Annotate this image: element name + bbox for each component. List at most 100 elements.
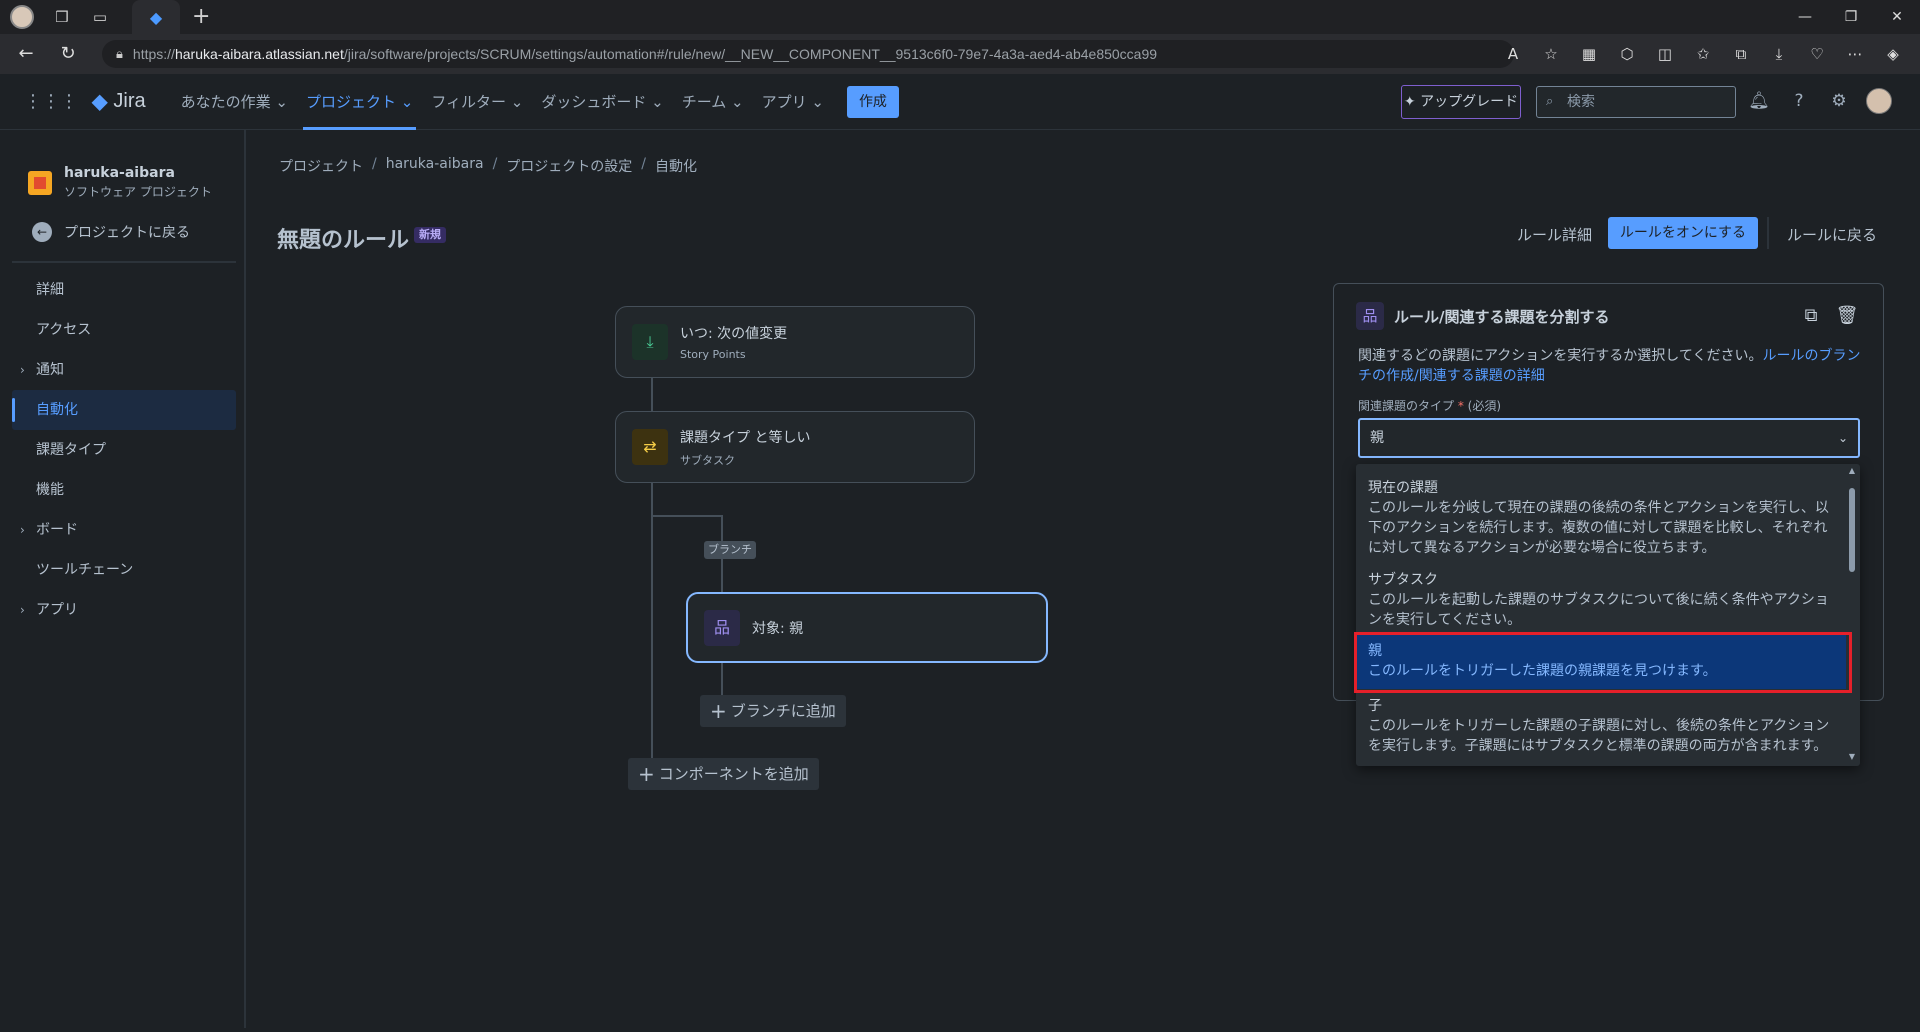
help-icon[interactable]: ?	[1786, 88, 1812, 114]
condition-subtitle: サブタスク	[680, 453, 735, 467]
user-avatar[interactable]	[1866, 88, 1892, 114]
url-prefix: https://	[132, 46, 175, 62]
performance-icon[interactable]: ♡	[1804, 41, 1830, 67]
field-label-text: 関連課題のタイプ	[1358, 399, 1455, 413]
option-children[interactable]: 子 このルールをトリガーした課題の子課題に対し、後続の条件とアクションを実行しま…	[1356, 696, 1846, 764]
browser-tab-jira[interactable]: ◆	[132, 0, 180, 34]
dropdown-scrollbar[interactable]: ▲ ▼	[1846, 466, 1858, 762]
profile-avatar[interactable]	[10, 5, 34, 29]
jira-favicon-icon: ◆	[149, 7, 163, 27]
sidebar-item-features[interactable]: 機能	[12, 470, 236, 510]
option-current-issue[interactable]: 現在の課題 このルールを分岐して現在の課題の後続の条件とアクションを実行し、以下…	[1356, 478, 1846, 570]
restore-icon[interactable]: ❐	[1828, 0, 1874, 34]
read-aloud-icon[interactable]: A	[1500, 41, 1526, 67]
condition-node[interactable]: ⇄ 課題タイプ と等しい サブタスク	[615, 411, 975, 483]
new-badge: 新規	[414, 227, 446, 243]
breadcrumb-settings[interactable]: プロジェクトの設定	[506, 156, 632, 176]
nav-apps[interactable]: アプリ ⌄	[753, 74, 833, 130]
browser-toolbar-icons: A ☆ ▦ ⬡ ◫ ✩ ⧉ ⤓ ♡ ⋯ ◈	[1500, 41, 1906, 67]
settings-gear-icon[interactable]: ⚙	[1826, 88, 1852, 114]
new-tab-icon[interactable]: +	[192, 5, 210, 29]
back-to-rules-button[interactable]: ルールに戻る	[1787, 224, 1877, 245]
option-subtasks[interactable]: サブタスク このルールを起動した課題のサブタスクについて後に続く条件やアクション…	[1356, 570, 1846, 632]
breadcrumb-automation[interactable]: 自動化	[655, 156, 697, 176]
nav-teams[interactable]: チーム ⌄	[673, 74, 753, 130]
duplicate-icon[interactable]: ⧉	[1799, 304, 1823, 328]
sidebar-item-details[interactable]: 詳細	[12, 270, 236, 310]
workspaces-icon[interactable]: ❒	[52, 7, 72, 27]
trash-icon[interactable]: 🗑︎	[1835, 304, 1859, 328]
option-label: サブタスク	[1368, 572, 1438, 588]
field-label: 関連課題のタイプ * (必須)	[1358, 397, 1501, 414]
url-field[interactable]: 🔒︎ https://haruka-aibara.atlassian.net/j…	[102, 40, 1514, 68]
back-arrow-icon[interactable]: ←	[10, 38, 42, 70]
back-to-project-link[interactable]: ← プロジェクトに戻る	[32, 222, 190, 242]
url-host: haruka-aibara.atlassian.net	[174, 46, 344, 62]
highlight-annotation	[1354, 632, 1852, 693]
nav-projects[interactable]: プロジェクト ⌄	[297, 74, 422, 130]
trigger-node[interactable]: ⤓ いつ: 次の値変更 Story Points	[615, 306, 975, 378]
required-marker: *	[1457, 399, 1464, 413]
add-to-branch-button[interactable]: + ブランチに追加	[700, 695, 846, 727]
tab-actions-icon[interactable]: ▭	[90, 7, 110, 27]
jira-mark-icon: ◆	[92, 91, 108, 113]
required-note: (必須)	[1467, 399, 1502, 413]
trigger-subtitle: Story Points	[680, 348, 746, 361]
sidebar-item-issue-types[interactable]: 課題タイプ	[12, 430, 236, 470]
minimize-icon[interactable]: —	[1782, 0, 1828, 34]
scroll-down-icon[interactable]: ▼	[1846, 752, 1858, 762]
window-controls: — ❐ ✕	[1782, 0, 1920, 34]
brand-name: Jira	[113, 90, 146, 112]
project-sidebar: haruka-aibara ソフトウェア プロジェクト ← プロジェクトに戻る …	[0, 130, 246, 1028]
enable-rule-button[interactable]: ルールをオンにする	[1608, 217, 1758, 249]
nav-filters[interactable]: フィルター ⌄	[422, 74, 532, 130]
sidebar-item-toolchain[interactable]: ツールチェーン	[12, 550, 236, 590]
related-issue-type-select[interactable]: 親 ⌄	[1358, 418, 1860, 458]
search-input[interactable]: ⌕ 検索	[1536, 86, 1736, 118]
scrollbar-thumb[interactable]	[1849, 488, 1855, 572]
upgrade-button[interactable]: ✦ アップグレード	[1401, 85, 1521, 119]
breadcrumb-separator: /	[492, 156, 498, 172]
sidebar-item-access[interactable]: アクセス	[12, 310, 236, 350]
more-icon[interactable]: ⋯	[1842, 41, 1868, 67]
add-component-button[interactable]: + コンポーネントを追加	[628, 758, 819, 790]
hierarchy-icon: 品	[704, 609, 740, 646]
page-title[interactable]: 無題のルール	[277, 222, 409, 254]
downloads-icon[interactable]: ⤓	[1766, 41, 1792, 67]
option-label: 現在の課題	[1368, 480, 1438, 496]
create-button[interactable]: 作成	[846, 85, 899, 118]
project-name: haruka-aibara	[64, 165, 175, 181]
refresh-icon[interactable]: ↻	[52, 38, 84, 70]
option-description: このルールを分岐して現在の課題の後続の条件とアクションを実行し、以下のアクション…	[1368, 500, 1829, 556]
notifications-icon[interactable]: 🔔︎	[1746, 88, 1772, 114]
copilot-icon[interactable]: ◈	[1880, 41, 1906, 67]
project-header[interactable]: haruka-aibara ソフトウェア プロジェクト	[28, 165, 212, 200]
flow-connector	[653, 515, 723, 517]
nav-your-work[interactable]: あなたの作業 ⌄	[172, 74, 297, 130]
nav-dashboards[interactable]: ダッシュボード ⌄	[532, 74, 672, 130]
sidebar-item-notifications[interactable]: › 通知	[12, 350, 236, 390]
rule-details-button[interactable]: ルール詳細	[1517, 224, 1592, 245]
lock-icon: 🔒︎	[116, 46, 123, 61]
extensions-icon[interactable]: ⬡	[1614, 41, 1640, 67]
chevron-right-icon: ›	[20, 603, 25, 617]
sidebar-item-automation[interactable]: 自動化	[12, 390, 236, 430]
option-description: このルールを起動した課題のサブタスクについて後に続く条件やアクションを実行してく…	[1368, 592, 1829, 628]
sidebar-item-board[interactable]: › ボード	[12, 510, 236, 550]
favorites-icon[interactable]: ✩	[1690, 41, 1716, 67]
sidebar-item-label: ボード	[36, 522, 78, 538]
sidebar-item-apps[interactable]: › アプリ	[12, 590, 236, 630]
collections-icon[interactable]: ⧉	[1728, 41, 1754, 67]
scroll-up-icon[interactable]: ▲	[1846, 466, 1858, 476]
breadcrumb-project[interactable]: haruka-aibara	[386, 156, 484, 176]
close-icon[interactable]: ✕	[1874, 0, 1920, 34]
split-screen-icon[interactable]: ◫	[1652, 41, 1678, 67]
qr-icon[interactable]: ▦	[1576, 41, 1602, 67]
select-value: 親	[1370, 430, 1384, 446]
favorite-star-icon[interactable]: ☆	[1538, 41, 1564, 67]
branch-node[interactable]: 品 対象: 親	[686, 592, 1048, 663]
jira-logo[interactable]: ◆ Jira	[92, 89, 146, 114]
app-switcher-icon[interactable]: ⋮⋮⋮	[24, 91, 78, 112]
breadcrumb-projects[interactable]: プロジェクト	[279, 156, 363, 176]
panel-actions: ⧉ 🗑︎	[1799, 304, 1859, 328]
